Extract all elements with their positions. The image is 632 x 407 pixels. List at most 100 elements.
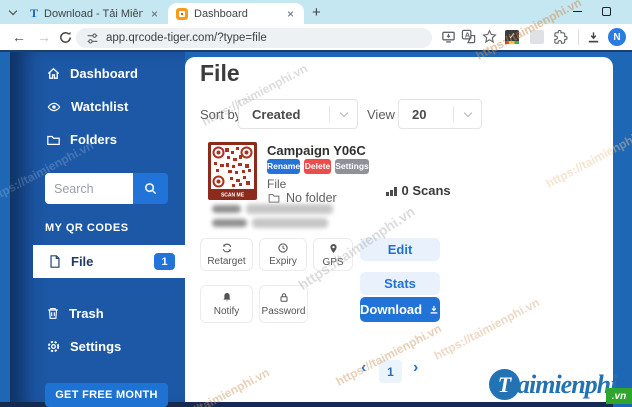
- taimienphi-logo-text: aimienphi: [517, 369, 617, 399]
- qr-campaign-title: Campaign Y06C: [267, 143, 366, 158]
- gps-button[interactable]: GPS: [313, 238, 353, 271]
- folder-icon: [47, 135, 60, 145]
- view-value: 20: [412, 106, 427, 122]
- count-badge: 1: [154, 253, 175, 270]
- tab-close-icon[interactable]: ×: [149, 7, 160, 21]
- sidebar-item-watchlist[interactable]: Watchlist: [46, 99, 128, 114]
- search-icon: [145, 183, 157, 195]
- toolbar-divider: [578, 30, 579, 45]
- site-settings-tune-icon[interactable]: [86, 32, 99, 45]
- bell-icon: [222, 293, 231, 302]
- back-button[interactable]: ←: [12, 29, 26, 45]
- sidebar-item-label: Folders: [70, 132, 117, 147]
- sidebar-item-label: Settings: [70, 339, 122, 354]
- folder-label: No folder: [286, 191, 337, 205]
- extensions-button[interactable]: [553, 30, 568, 45]
- gear-icon: [47, 340, 60, 353]
- sidebar-item-label: Trash: [69, 306, 104, 321]
- page-title: File: [200, 60, 240, 86]
- window-maximize-button[interactable]: [602, 7, 611, 16]
- profile-avatar[interactable]: N: [608, 28, 626, 46]
- sort-by-value: Created: [252, 106, 301, 122]
- new-tab-button[interactable]: +: [312, 4, 321, 21]
- qrtiger-favicon-icon: [176, 7, 188, 20]
- sidebar-section-title: MY QR CODES: [45, 222, 129, 234]
- tab-taimienphi[interactable]: T Download - Tải Miễn Phí VN - F ×: [22, 3, 168, 24]
- home-icon: [47, 67, 60, 79]
- tab-dashboard[interactable]: Dashboard ×: [168, 3, 304, 24]
- folder-icon: [268, 194, 280, 203]
- chevron-down-icon: [463, 108, 472, 117]
- qr-code-image: SCAN ME: [208, 142, 257, 200]
- tab-title: Dashboard: [194, 7, 248, 20]
- sidebar-item-folders[interactable]: Folders: [46, 132, 117, 147]
- retarget-button[interactable]: Retarget: [200, 238, 253, 271]
- qr-code-thumbnail[interactable]: SCAN ME: [208, 142, 257, 200]
- taimienphi-logo: T aimienphi: [489, 369, 617, 400]
- browser-window: T Download - Tải Miễn Phí VN - F × Dashb…: [0, 0, 632, 407]
- sort-by-label: Sort by: [200, 107, 242, 122]
- address-bar[interactable]: app.qrcode-tiger.com/?type=file: [76, 28, 432, 48]
- tab-close-icon[interactable]: ×: [285, 7, 296, 21]
- forward-button[interactable]: →: [37, 29, 51, 45]
- eye-icon: [47, 102, 61, 111]
- redacted-created-row: [212, 218, 328, 228]
- sidebar-item-trash[interactable]: Trash: [46, 306, 104, 321]
- stats-button[interactable]: Stats: [360, 272, 440, 295]
- delete-button[interactable]: Delete: [304, 159, 331, 174]
- reload-button[interactable]: [58, 30, 73, 45]
- puzzle-icon: [554, 30, 568, 44]
- download-icon: [588, 32, 599, 43]
- chevron-down-icon: [8, 6, 18, 15]
- file-icon: [50, 255, 60, 268]
- taimienphi-logo-vn-badge: .vn: [606, 388, 632, 404]
- view-label: View: [367, 107, 395, 122]
- extension-disabled-icon[interactable]: [530, 30, 544, 44]
- sidebar-item-dashboard[interactable]: Dashboard: [46, 66, 138, 81]
- taimienphi-logo-t: T: [489, 369, 520, 400]
- trash-icon: [48, 307, 58, 319]
- clock-icon: [278, 243, 288, 253]
- taimienphi-favicon-icon: T: [30, 6, 39, 20]
- folder-assignment: No folder: [267, 191, 337, 205]
- edit-button[interactable]: Edit: [360, 238, 440, 261]
- settings-button[interactable]: Settings: [335, 159, 369, 174]
- url-text[interactable]: app.qrcode-tiger.com/?type=file: [106, 32, 267, 44]
- pagination-page-1[interactable]: 1: [379, 360, 402, 383]
- sidebar-item-file-active[interactable]: File 1: [33, 245, 185, 278]
- window-minimize-button[interactable]: [573, 11, 582, 12]
- lock-icon: [279, 293, 288, 302]
- chevron-down-icon: [339, 108, 348, 117]
- get-free-month-button[interactable]: GET FREE MONTH: [45, 383, 168, 407]
- sidebar-item-label: Dashboard: [70, 66, 138, 81]
- pagination-prev-button[interactable]: ‹: [361, 359, 366, 377]
- download-button[interactable]: Download: [360, 297, 440, 322]
- view-select[interactable]: 20: [398, 99, 482, 129]
- notify-button[interactable]: Notify: [200, 285, 253, 323]
- search-button[interactable]: [133, 173, 168, 204]
- pagination-next-button[interactable]: ›: [413, 359, 418, 377]
- sort-by-select[interactable]: Created: [238, 99, 358, 129]
- translate-button[interactable]: A: [461, 29, 476, 44]
- redacted-url-row: [212, 204, 333, 214]
- extension-idm-icon[interactable]: ✓: [505, 30, 519, 44]
- sidebar-item-label: File: [71, 254, 94, 269]
- qr-caption: SCAN ME: [221, 193, 245, 199]
- tab-title: Download - Tải Miễn Phí VN - F: [44, 7, 143, 20]
- sidebar-item-label: Watchlist: [71, 99, 129, 114]
- tab-search-button[interactable]: [6, 5, 20, 19]
- bar-chart-icon: [386, 187, 397, 198]
- send-to-devices-button[interactable]: [441, 29, 456, 44]
- sidebar-item-settings[interactable]: Settings: [46, 339, 121, 354]
- expiry-button[interactable]: Expiry: [259, 238, 307, 271]
- reload-icon: [60, 31, 71, 43]
- refresh-icon: [222, 243, 231, 253]
- password-button[interactable]: Password: [259, 285, 308, 323]
- translate-icon: A: [461, 29, 476, 44]
- qr-type-label: File: [267, 177, 287, 191]
- search-input[interactable]: [45, 173, 133, 204]
- downloads-button[interactable]: [586, 30, 601, 45]
- send-to-devices-icon: [442, 31, 455, 43]
- bookmark-star-button[interactable]: [482, 29, 497, 44]
- rename-button[interactable]: Rename: [267, 159, 300, 174]
